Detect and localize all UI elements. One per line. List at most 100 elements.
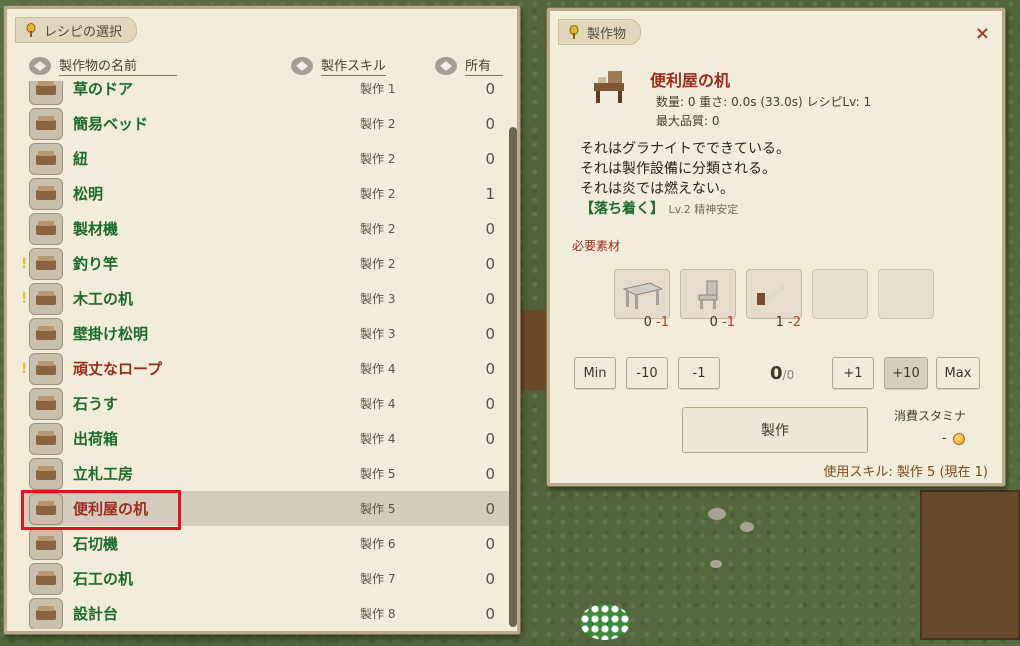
quantity-plus-10-button[interactable]: +10 bbox=[884, 357, 928, 389]
stone-icon bbox=[708, 508, 726, 520]
recipe-skill: 製作 4 bbox=[360, 397, 396, 411]
column-header-skill-label: 製作スキル bbox=[321, 55, 387, 76]
recipe-owned: 0 bbox=[485, 359, 495, 378]
quantity-plus-1-button[interactable]: +1 bbox=[832, 357, 874, 389]
desc-line: それは炎では燃えない。 bbox=[580, 181, 734, 197]
column-header-owned[interactable]: 所有 bbox=[435, 55, 503, 76]
desc-line: それはグラナイトでできている。 bbox=[580, 141, 790, 157]
material-count: 0 -1 bbox=[709, 315, 735, 330]
material-slot[interactable]: 0 -1 bbox=[680, 269, 736, 330]
recipe-row[interactable]: ! 釣り竿 製作 2 0 bbox=[21, 246, 513, 281]
material-count: 1 -2 bbox=[775, 315, 801, 330]
quantity-display: 0/0 bbox=[770, 363, 795, 384]
recipe-name: 設計台 bbox=[73, 605, 119, 623]
recipe-owned: 0 bbox=[485, 394, 495, 413]
stone-icon bbox=[740, 522, 754, 532]
recipe-row[interactable]: 立札工房 製作 5 0 bbox=[21, 456, 513, 491]
selection-highlight-box bbox=[21, 490, 181, 530]
stone-icon bbox=[710, 560, 722, 568]
key-icon bbox=[567, 25, 581, 39]
trait-detail: Lv.2 精神安定 bbox=[668, 203, 739, 216]
trait-line: 【落ち着く】 Lv.2 精神安定 bbox=[580, 199, 790, 220]
recipe-row[interactable]: 設計台 製作 8 0 bbox=[21, 596, 513, 629]
recipe-row[interactable]: 簡易ベッド 製作 2 0 bbox=[21, 106, 513, 141]
quantity-max-button[interactable]: Max bbox=[936, 357, 980, 389]
recipe-owned: 0 bbox=[485, 114, 495, 133]
recipe-name: 壁掛け松明 bbox=[73, 325, 149, 343]
recipe-panel-header: レシピの選択 bbox=[15, 17, 138, 43]
recipe-name: 石うす bbox=[73, 395, 119, 413]
millstone-icon bbox=[29, 387, 63, 420]
item-description: それはグラナイトでできている。 それは製作設備に分類される。 それは炎では燃えな… bbox=[580, 139, 790, 220]
bed-icon bbox=[29, 107, 63, 140]
rope-icon bbox=[29, 142, 63, 175]
recipe-owned: 0 bbox=[485, 604, 495, 623]
fishing-rod-icon bbox=[29, 247, 63, 280]
item-name: 便利屋の机 bbox=[650, 71, 731, 90]
recipe-row[interactable]: 草のドア 製作 1 0 bbox=[21, 81, 513, 106]
wall-torch-icon bbox=[29, 317, 63, 350]
recipe-skill: 製作 5 bbox=[360, 467, 396, 481]
recipe-row[interactable]: 松明 製作 2 1 bbox=[21, 176, 513, 211]
recipe-name: 木工の机 bbox=[73, 290, 134, 308]
recipe-row[interactable]: ! 頑丈なロープ 製作 4 0 bbox=[21, 351, 513, 386]
quantity-minus-1-button[interactable]: -1 bbox=[678, 357, 720, 389]
recipe-row[interactable]: 壁掛け松明 製作 3 0 bbox=[21, 316, 513, 351]
craft-detail-panel: 製作物 × 便利屋の机 数量: 0 重さ: 0.0s (33.0s) レシピLv… bbox=[547, 8, 1005, 486]
recipe-row[interactable]: 出荷箱 製作 4 0 bbox=[21, 421, 513, 456]
item-meta-line1: 数量: 0 重さ: 0.0s (33.0s) レシピLv: 1 bbox=[656, 95, 872, 109]
material-slot[interactable]: 1 -2 bbox=[746, 269, 802, 330]
design-table-icon bbox=[29, 597, 63, 629]
mason-table-icon bbox=[29, 562, 63, 595]
recipe-skill: 製作 3 bbox=[360, 292, 396, 306]
recipe-list-scrollbar[interactable] bbox=[509, 127, 517, 627]
recipe-panel-title: レシピの選択 bbox=[44, 24, 123, 40]
recipe-owned: 1 bbox=[485, 184, 495, 203]
recipe-name: 頑丈なロープ bbox=[73, 360, 163, 378]
recipe-name: 立札工房 bbox=[73, 465, 134, 483]
stamina-label: 消費スタミナ bbox=[894, 409, 967, 423]
recipe-skill: 製作 2 bbox=[360, 222, 396, 236]
wooden-floor-tile bbox=[520, 310, 550, 390]
quantity-min-button[interactable]: Min bbox=[574, 357, 616, 389]
recipe-row[interactable]: 紐 製作 2 0 bbox=[21, 141, 513, 176]
column-header-name[interactable]: 製作物の名前 bbox=[29, 55, 177, 76]
recipe-skill: 製作 4 bbox=[360, 362, 396, 376]
recipe-skill: 製作 7 bbox=[360, 572, 396, 586]
recipe-list: 草のドア 製作 1 0 簡易ベッド 製作 2 0 紐製作 2 0 松明 製作 2 1 製材機 製作 20… bbox=[21, 81, 513, 629]
recipe-owned: 0 bbox=[485, 499, 495, 518]
quantity-minus-10-button[interactable]: -10 bbox=[626, 357, 668, 389]
recipe-skill: 製作 2 bbox=[360, 152, 396, 166]
recipe-name: 石切機 bbox=[73, 535, 119, 553]
recipe-owned: 0 bbox=[485, 149, 495, 168]
recipe-row[interactable]: 石工の机 製作 7 0 bbox=[21, 561, 513, 596]
workbench-icon bbox=[29, 282, 63, 315]
material-count: 0 -1 bbox=[643, 315, 669, 330]
recipe-owned: 0 bbox=[485, 219, 495, 238]
recipe-skill: 製作 3 bbox=[360, 327, 396, 341]
alert-icon: ! bbox=[21, 290, 28, 307]
bone-material-icon bbox=[757, 285, 787, 305]
material-slot[interactable]: 0 -1 bbox=[614, 269, 670, 330]
sawmill-icon bbox=[29, 212, 63, 245]
trait-name: 【落ち着く】 bbox=[580, 201, 664, 217]
craft-button[interactable]: 製作 bbox=[682, 407, 868, 453]
alert-icon: ! bbox=[21, 255, 28, 272]
sort-icon bbox=[29, 56, 51, 75]
craft-panel-header: 製作物 bbox=[558, 19, 642, 45]
materials-label: 必要素材 bbox=[572, 239, 621, 253]
sign-workshop-icon bbox=[29, 457, 63, 490]
craft-panel-title: 製作物 bbox=[587, 26, 627, 42]
recipe-row[interactable]: ! 木工の机 製作 3 0 bbox=[21, 281, 513, 316]
column-header-skill[interactable]: 製作スキル bbox=[291, 55, 387, 76]
recipe-owned: 0 bbox=[485, 464, 495, 483]
close-icon[interactable]: × bbox=[975, 23, 990, 44]
recipe-row[interactable]: 製材機 製作 2 0 bbox=[21, 211, 513, 246]
recipe-owned: 0 bbox=[485, 324, 495, 343]
handyman-desk-icon bbox=[590, 67, 630, 107]
recipe-row[interactable]: 石切機 製作 6 0 bbox=[21, 526, 513, 561]
stonecutter-icon bbox=[29, 527, 63, 560]
recipe-row[interactable]: 石うす 製作 4 0 bbox=[21, 386, 513, 421]
recipe-skill: 製作 8 bbox=[360, 607, 396, 621]
recipe-skill: 製作 6 bbox=[360, 537, 396, 551]
